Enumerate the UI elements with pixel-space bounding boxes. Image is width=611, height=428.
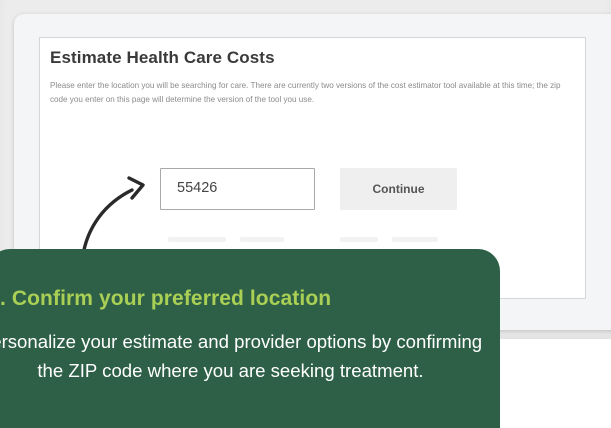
screenshot-stage: Estimate Health Care Costs Please enter …	[0, 0, 611, 428]
faint-placeholder-line	[240, 237, 284, 242]
continue-button[interactable]: Continue	[340, 168, 457, 210]
zip-code-input[interactable]	[160, 168, 315, 210]
callout-body: Personalize your estimate and provider o…	[0, 331, 483, 381]
faint-placeholder-line	[168, 237, 226, 242]
faint-placeholder-line	[392, 237, 438, 242]
estimate-heading: Estimate Health Care Costs	[50, 48, 275, 67]
callout-title: . Confirm your preferred location	[0, 287, 332, 310]
estimate-description: Please enter the location you will be se…	[50, 81, 561, 104]
faint-placeholder-line	[340, 237, 378, 242]
